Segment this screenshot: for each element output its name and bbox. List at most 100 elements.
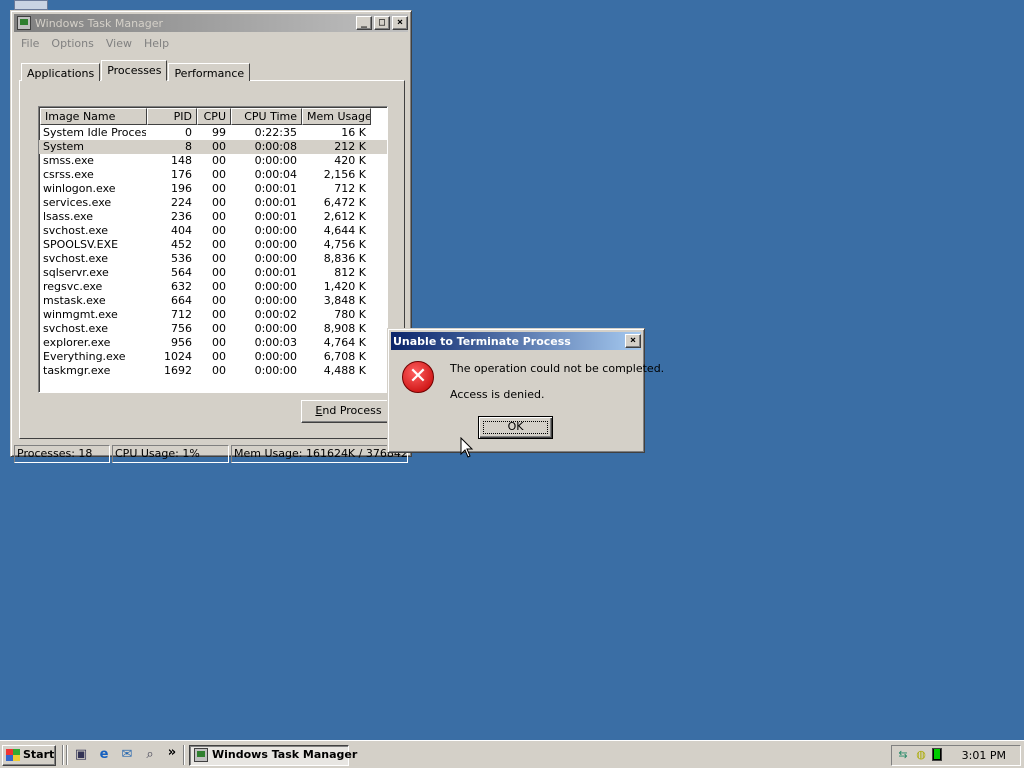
cell-image-name: sqlservr.exe xyxy=(43,266,109,279)
cell-cpu: 00 xyxy=(212,196,226,209)
cell-cpu-time: 0:00:00 xyxy=(254,350,297,363)
cell-cpu-time: 0:00:00 xyxy=(254,364,297,377)
cell-mem-usage: 4,756 K xyxy=(323,238,366,251)
table-row[interactable]: smss.exe 148 00 0:00:00 420 K xyxy=(39,154,387,168)
process-list-header: Image Name PID CPU CPU Time Mem Usage xyxy=(40,108,387,125)
table-row[interactable]: regsvc.exe 632 00 0:00:00 1,420 K xyxy=(39,280,387,294)
status-bar: Processes: 18 CPU Usage: 1% Mem Usage: 1… xyxy=(14,445,408,463)
show-desktop-icon[interactable]: ▣ xyxy=(73,747,89,763)
focus-rect xyxy=(483,421,548,434)
maximize-button[interactable]: □ xyxy=(374,16,390,30)
cell-cpu-time: 0:00:02 xyxy=(254,308,297,321)
table-row[interactable]: csrss.exe 176 00 0:00:04 2,156 K xyxy=(39,168,387,182)
cell-cpu-time: 0:00:00 xyxy=(254,238,297,251)
column-image-name[interactable]: Image Name xyxy=(40,108,147,125)
cell-mem-usage: 2,612 K xyxy=(323,210,366,223)
system-tray: ⇆ ◍ 3:01 PM xyxy=(891,745,1021,766)
search-icon[interactable]: ⌕ xyxy=(142,747,158,763)
cell-cpu-time: 0:00:03 xyxy=(254,336,297,349)
taskbar-item-task-manager[interactable]: Windows Task Manager xyxy=(189,745,357,766)
cell-cpu: 00 xyxy=(212,140,226,153)
cell-cpu: 00 xyxy=(212,364,226,377)
table-row[interactable]: winlogon.exe 196 00 0:00:01 712 K xyxy=(39,182,387,196)
cell-cpu: 00 xyxy=(212,210,226,223)
status-processes: Processes: 18 xyxy=(14,445,110,463)
tab-strip: Applications Processes Performance xyxy=(21,59,251,81)
table-row[interactable]: svchost.exe 536 00 0:00:00 8,836 K xyxy=(39,252,387,266)
cell-pid: 236 xyxy=(171,210,192,223)
cell-pid: 452 xyxy=(171,238,192,251)
network-icon[interactable]: ⇆ xyxy=(896,748,910,762)
status-mem-usage: Mem Usage: 161624K / 376842 xyxy=(231,445,408,463)
table-row[interactable]: lsass.exe 236 00 0:00:01 2,612 K xyxy=(39,210,387,224)
cell-image-name: mstask.exe xyxy=(43,294,106,307)
menu-help[interactable]: Help xyxy=(138,35,175,53)
cell-mem-usage: 16 K xyxy=(341,126,366,139)
tab-processes[interactable]: Processes xyxy=(101,60,168,81)
taskbar-item-label: Windows Task Manager xyxy=(212,748,358,761)
column-mem-usage[interactable]: Mem Usage xyxy=(302,108,371,125)
minimize-button[interactable]: _ xyxy=(356,16,372,30)
volume-icon[interactable]: ◍ xyxy=(914,748,928,762)
cell-cpu: 00 xyxy=(212,266,226,279)
cell-cpu: 00 xyxy=(212,280,226,293)
cell-image-name: System xyxy=(43,140,85,153)
table-row[interactable]: Everything.exe 1024 00 0:00:00 6,708 K xyxy=(39,350,387,364)
column-cpu[interactable]: CPU xyxy=(197,108,231,125)
table-row[interactable]: SPOOLSV.EXE 452 00 0:00:00 4,756 K xyxy=(39,238,387,252)
menu-options[interactable]: Options xyxy=(45,35,99,53)
cell-mem-usage: 420 K xyxy=(334,154,366,167)
menu-view[interactable]: View xyxy=(100,35,138,53)
task-manager-tray-icon[interactable] xyxy=(932,748,946,762)
outlook-express-icon[interactable]: ✉ xyxy=(119,747,135,763)
cell-pid: 956 xyxy=(171,336,192,349)
tab-applications[interactable]: Applications xyxy=(21,63,101,81)
process-list[interactable]: Image Name PID CPU CPU Time Mem Usage Sy… xyxy=(38,106,388,393)
cell-mem-usage: 780 K xyxy=(334,308,366,321)
table-row[interactable]: explorer.exe 956 00 0:00:03 4,764 K xyxy=(39,336,387,350)
dialog-title: Unable to Terminate Process xyxy=(393,334,571,348)
table-row[interactable]: sqlservr.exe 564 00 0:00:01 812 K xyxy=(39,266,387,280)
cell-cpu: 99 xyxy=(212,126,226,139)
close-button[interactable]: × xyxy=(392,16,408,30)
cell-mem-usage: 1,420 K xyxy=(323,280,366,293)
cell-pid: 404 xyxy=(171,224,192,237)
start-button[interactable]: Start xyxy=(2,745,56,766)
table-row[interactable]: mstask.exe 664 00 0:00:00 3,848 K xyxy=(39,294,387,308)
error-dialog: Unable to Terminate Process × ✕ The oper… xyxy=(387,328,664,453)
table-row[interactable]: System 8 00 0:00:08 212 K xyxy=(39,140,387,154)
cell-cpu-time: 0:00:01 xyxy=(254,210,297,223)
table-row[interactable]: taskmgr.exe 1692 00 0:00:00 4,488 K xyxy=(39,364,387,378)
clock[interactable]: 3:01 PM xyxy=(962,749,1006,762)
start-label: Start xyxy=(23,748,55,761)
dialog-message-line1: The operation could not be completed. xyxy=(450,362,665,375)
menu-file[interactable]: File xyxy=(15,35,45,53)
cell-cpu: 00 xyxy=(212,322,226,335)
table-row[interactable]: services.exe 224 00 0:00:01 6,472 K xyxy=(39,196,387,210)
table-row[interactable]: winmgmt.exe 712 00 0:00:02 780 K xyxy=(39,308,387,322)
cell-mem-usage: 3,848 K xyxy=(323,294,366,307)
tab-performance[interactable]: Performance xyxy=(168,63,251,81)
cell-pid: 224 xyxy=(171,196,192,209)
quicklaunch-overflow-icon[interactable]: » xyxy=(164,745,180,761)
cell-cpu-time: 0:00:00 xyxy=(254,280,297,293)
ok-button[interactable]: OK xyxy=(478,416,553,439)
table-row[interactable]: svchost.exe 404 00 0:00:00 4,644 K xyxy=(39,224,387,238)
cell-pid: 756 xyxy=(171,322,192,335)
column-pid[interactable]: PID xyxy=(147,108,197,125)
dialog-titlebar[interactable]: Unable to Terminate Process × xyxy=(391,332,641,350)
dialog-close-button[interactable]: × xyxy=(625,334,641,348)
cell-mem-usage: 8,908 K xyxy=(323,322,366,335)
internet-explorer-icon[interactable]: e xyxy=(96,747,112,763)
cell-mem-usage: 4,764 K xyxy=(323,336,366,349)
table-row[interactable]: System Idle Process 0 99 0:22:35 16 K xyxy=(39,126,387,140)
cell-image-name: Everything.exe xyxy=(43,350,126,363)
column-cpu-time[interactable]: CPU Time xyxy=(231,108,302,125)
desktop-icon-fragment xyxy=(14,0,48,10)
cell-pid: 632 xyxy=(171,280,192,293)
cell-image-name: System Idle Process xyxy=(43,126,146,139)
table-row[interactable]: svchost.exe 756 00 0:00:00 8,908 K xyxy=(39,322,387,336)
menu-bar: File Options View Help xyxy=(15,35,175,53)
task-manager-titlebar[interactable]: Windows Task Manager _ □ × xyxy=(14,14,408,32)
end-process-button[interactable]: End Process xyxy=(301,400,396,423)
